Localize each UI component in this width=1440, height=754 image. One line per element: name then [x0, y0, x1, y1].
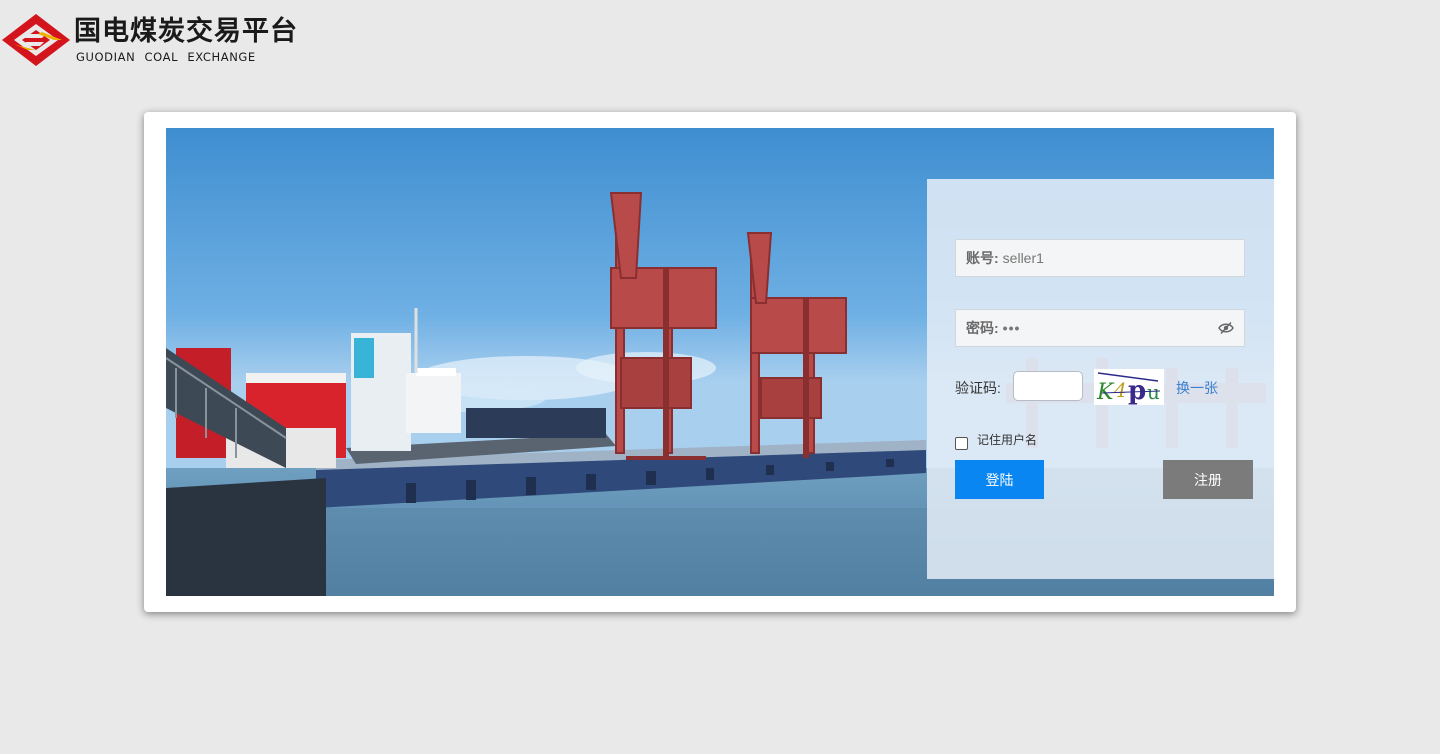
captcha-input[interactable] — [1013, 371, 1083, 401]
port-banner-image: 账号: seller1 密码: ••• 验证码: K 4 p u 换一张 记住用… — [166, 128, 1274, 596]
password-field[interactable]: 密码: ••• — [955, 309, 1245, 347]
account-value: seller1 — [1002, 250, 1044, 266]
site-logo: 国电煤炭交易平台 GUODIAN COAL EXCHANGE — [2, 14, 302, 66]
remember-checkbox[interactable] — [955, 437, 968, 450]
remember-label: 记住用户名 — [977, 432, 1038, 447]
guodian-logo-icon — [2, 14, 70, 66]
captcha-refresh-link[interactable]: 换一张 — [1176, 378, 1218, 398]
account-field[interactable]: 账号: seller1 — [955, 239, 1245, 277]
login-panel: 账号: seller1 密码: ••• 验证码: K 4 p u 换一张 记住用… — [927, 179, 1274, 579]
eye-slash-icon[interactable] — [1218, 321, 1234, 335]
captcha-row: 验证码: K 4 p u 换一张 — [955, 369, 1255, 405]
password-label: 密码: — [966, 320, 999, 336]
svg-text:p: p — [1128, 376, 1146, 405]
captcha-label: 验证码: — [955, 380, 1001, 396]
svg-text:4: 4 — [1113, 378, 1127, 402]
captcha-image[interactable]: K 4 p u — [1094, 369, 1164, 405]
register-button[interactable]: 注册 — [1163, 460, 1253, 499]
login-card: 账号: seller1 密码: ••• 验证码: K 4 p u 换一张 记住用… — [144, 112, 1296, 612]
account-label: 账号: — [966, 250, 999, 266]
remember-username[interactable]: 记住用户名 — [955, 431, 1037, 450]
svg-text:u: u — [1147, 380, 1160, 404]
login-button[interactable]: 登陆 — [955, 460, 1044, 499]
logo-title-cn: 国电煤炭交易平台 — [74, 16, 298, 46]
password-value: ••• — [1002, 320, 1021, 336]
logo-title-en: GUODIAN COAL EXCHANGE — [76, 50, 256, 64]
